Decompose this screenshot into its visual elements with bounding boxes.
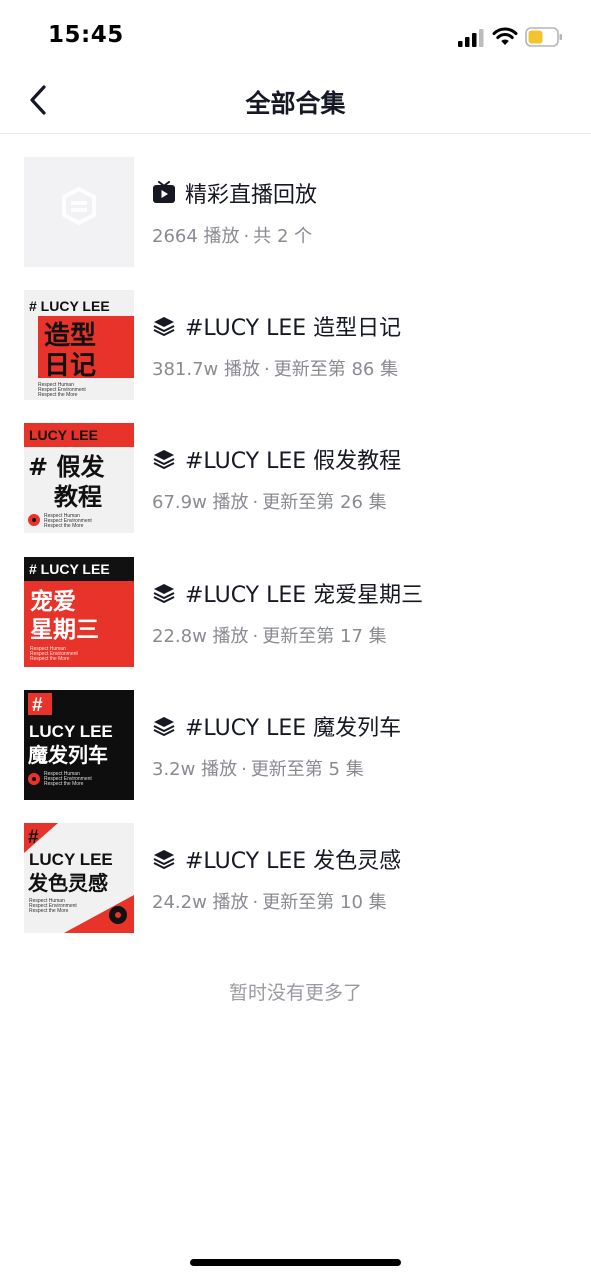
cover-line2: 日记 (44, 351, 96, 381)
cover-line1: 魔发列车 (28, 743, 108, 767)
collection-title: #LUCY LEE 造型日记 (185, 316, 402, 341)
collection-cover: # LUCY LEE 魔发列车 Respect Human Respect En… (24, 690, 134, 800)
cover-line2: 教程 (54, 483, 102, 511)
episode-count: 更新至第 86 集 (273, 359, 399, 380)
home-indicator[interactable] (190, 1259, 401, 1266)
collection-title: #LUCY LEE 发色灵感 (185, 849, 402, 874)
no-more-text: 暂时没有更多了 (228, 982, 362, 1004)
status-time: 15:45 (48, 22, 124, 48)
play-count: 381.7w 播放 (152, 359, 260, 380)
page-title: 全部合集 (245, 89, 346, 118)
episode-count: 共 2 个 (253, 226, 313, 247)
stack-icon (153, 317, 175, 336)
stack-icon (153, 584, 175, 603)
collection-cover: # LUCY LEE 造型 日记 Respect Human Respect E… (24, 290, 134, 400)
meta-separator: · (252, 892, 259, 913)
collection-meta: 22.8w 播放 · 更新至第 17 集 (152, 622, 387, 648)
collection-title: #LUCY LEE 假发教程 (185, 449, 402, 474)
item-title-row: #LUCY LEE 造型日记 (152, 309, 401, 343)
stack-icon (153, 850, 175, 869)
cover-tagline: Respect the More (38, 392, 78, 398)
cover-hash: # (28, 827, 39, 848)
collection-item-hair-color-ideas[interactable]: # LUCY LEE 发色灵感 Respect Human Respect En… (0, 800, 591, 934)
cover-line1: 宠爱 (30, 588, 76, 615)
cover-line1: # 假发 (28, 453, 104, 481)
cover-brand: LUCY LEE (29, 722, 113, 741)
cover-tagline: Respect the More (44, 781, 84, 787)
cover-line1: 造型 (44, 321, 96, 351)
item-title-row: #LUCY LEE 发色灵感 (152, 842, 401, 876)
collection-item-live-replay[interactable]: 精彩直播回放 2664 播放 · 共 2 个 (0, 134, 591, 268)
meta-separator: · (252, 492, 259, 513)
collection-meta: 24.2w 播放 · 更新至第 10 集 (152, 888, 387, 914)
cover-tagline: Respect the More (30, 656, 70, 662)
episode-count: 更新至第 26 集 (262, 492, 387, 513)
episode-count: 更新至第 10 集 (262, 892, 387, 913)
episode-count: 更新至第 17 集 (262, 626, 387, 647)
cover-hash: # (32, 695, 43, 716)
battery-icon (525, 27, 562, 47)
collection-cover: LUCY LEE # 假发 教程 Respect Human Respect E… (24, 423, 134, 533)
wifi-icon (492, 27, 518, 45)
status-bar: 15:45 (0, 0, 591, 70)
collection-title: #LUCY LEE 宠爱星期三 (185, 583, 424, 608)
cover-brand: # LUCY LEE (29, 298, 110, 314)
collection-meta: 3.2w 播放 · 更新至第 5 集 (152, 755, 364, 781)
collection-item-styling-diary[interactable]: # LUCY LEE 造型 日记 Respect Human Respect E… (0, 267, 591, 401)
meta-separator: · (243, 226, 250, 247)
item-title-row: 精彩直播回放 (152, 176, 317, 210)
item-title-row: #LUCY LEE 假发教程 (152, 442, 401, 476)
collection-title: #LUCY LEE 魔发列车 (185, 716, 402, 741)
collection-cover: # LUCY LEE 宠爱 星期三 Respect Human Respect … (24, 557, 134, 667)
live-replay-icon (153, 181, 175, 203)
collection-meta: 381.7w 播放 · 更新至第 86 集 (152, 355, 398, 381)
meta-separator: · (241, 759, 247, 780)
episode-count: 更新至第 5 集 (250, 759, 364, 780)
play-count: 2664 播放 (152, 226, 240, 247)
play-count: 22.8w 播放 (152, 626, 249, 647)
collection-meta: 2664 播放 · 共 2 个 (152, 222, 312, 248)
collection-title: 精彩直播回放 (185, 183, 318, 208)
collection-item-magic-hair-train[interactable]: # LUCY LEE 魔发列车 Respect Human Respect En… (0, 667, 591, 801)
item-title-row: #LUCY LEE 魔发列车 (152, 709, 401, 743)
cover-brand: # LUCY LEE (29, 561, 110, 577)
meta-separator: · (263, 359, 270, 380)
collection-cover (24, 157, 134, 267)
play-count: 24.2w 播放 (152, 892, 249, 913)
stack-icon (153, 450, 175, 469)
item-title-row: #LUCY LEE 宠爱星期三 (152, 576, 423, 610)
stack-icon (153, 717, 175, 736)
cover-line2: 星期三 (30, 617, 99, 643)
signal-icon (458, 29, 484, 47)
nav-bar: 全部合集 (0, 70, 591, 134)
meta-separator: · (252, 626, 259, 647)
collection-item-wig-tutorial[interactable]: LUCY LEE # 假发 教程 Respect Human Respect E… (0, 400, 591, 534)
collection-meta: 67.9w 播放 · 更新至第 26 集 (152, 488, 387, 514)
collection-cover: # LUCY LEE 发色灵感 Respect Human Respect En… (24, 823, 134, 933)
cover-brand: LUCY LEE (29, 850, 113, 869)
cover-tagline: Respect the More (29, 908, 69, 914)
cover-tagline: Respect the More (44, 523, 84, 529)
placeholder-logo-icon (24, 157, 134, 267)
collection-item-pamper-wednesday[interactable]: # LUCY LEE 宠爱 星期三 Respect Human Respect … (0, 534, 591, 668)
cover-brand: LUCY LEE (29, 427, 98, 443)
play-count: 3.2w 播放 (152, 759, 238, 780)
play-count: 67.9w 播放 (152, 492, 249, 513)
cover-line1: 发色灵感 (27, 871, 108, 895)
